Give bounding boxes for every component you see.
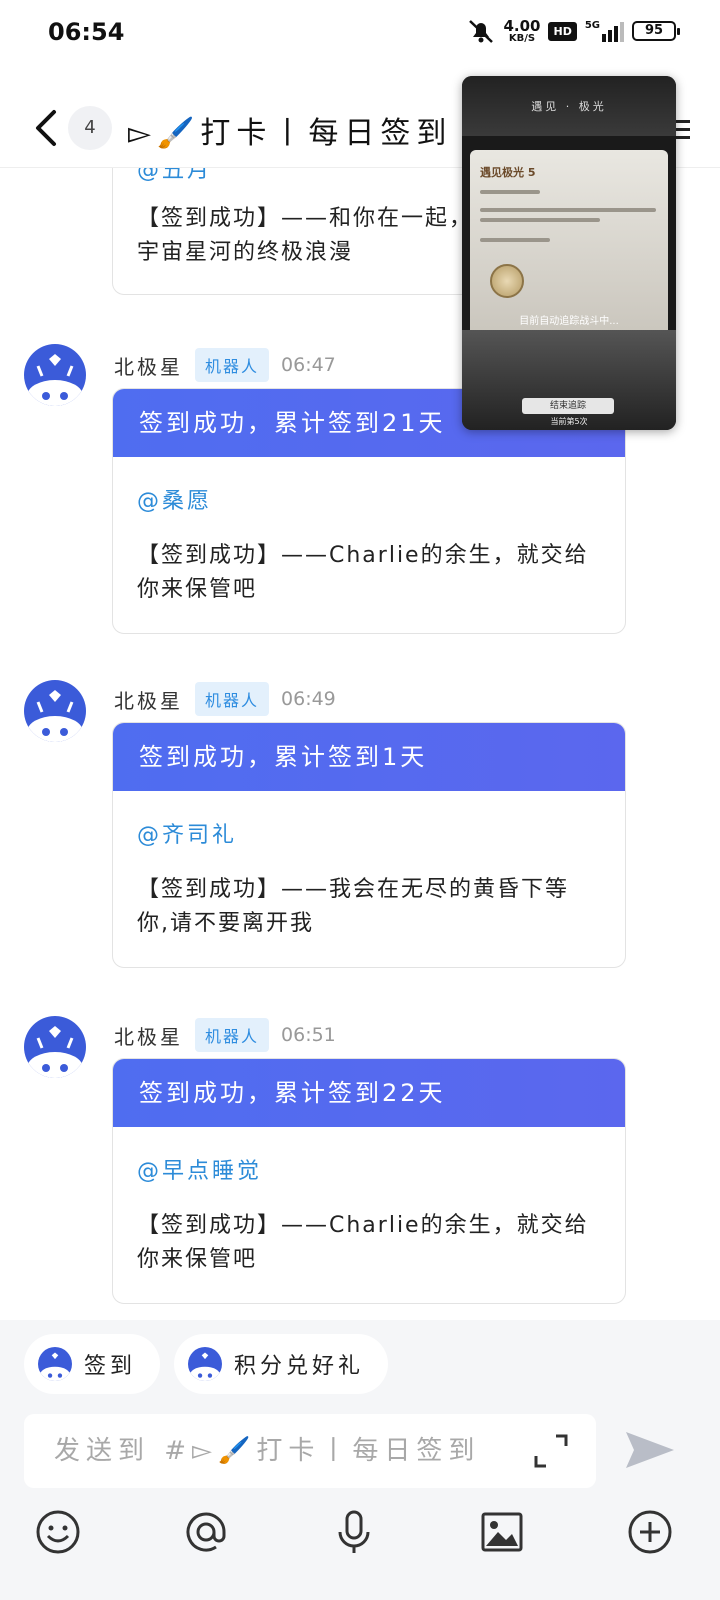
card-text: 【签到成功】——我会在无尽的黄昏下等你,请不要离开我 bbox=[137, 877, 570, 936]
video-count: 当前第5次 bbox=[550, 417, 588, 426]
chip-label: 积分兑好礼 bbox=[234, 1354, 365, 1379]
robot-icon bbox=[27, 354, 83, 406]
bot-tag: 机器人 bbox=[195, 682, 270, 716]
message-time: 06:49 bbox=[281, 688, 336, 710]
card-mention[interactable]: @齐司礼 bbox=[137, 817, 625, 849]
emoji-icon[interactable] bbox=[34, 1508, 82, 1556]
speed-value: 4.00 bbox=[503, 16, 541, 35]
checkin-card[interactable]: 签到成功，累计签到1天 @齐司礼 【签到成功】——我会在无尽的黄昏下等你,请不要… bbox=[112, 722, 626, 968]
message-meta: 北极星 机器人 06:51 bbox=[114, 1018, 336, 1052]
status-time: 06:54 bbox=[48, 18, 125, 46]
chip-label: 签到 bbox=[84, 1354, 137, 1379]
video-title: 遇见 · 极光 bbox=[531, 100, 607, 113]
sender-name[interactable]: 北极星 bbox=[114, 351, 183, 380]
chevron-left-icon bbox=[36, 110, 56, 146]
card-title: 签到成功，累计签到1天 bbox=[113, 723, 625, 791]
message-time: 06:51 bbox=[281, 1024, 336, 1046]
message-input[interactable] bbox=[24, 1414, 596, 1488]
signal-icon: 5G bbox=[585, 20, 624, 42]
sender-name[interactable]: 北极星 bbox=[114, 1021, 183, 1050]
battery-icon: 95 bbox=[632, 21, 680, 41]
quick-action-bar: 签到 积分兑好礼 bbox=[0, 1320, 720, 1412]
bot-avatar[interactable] bbox=[24, 1016, 86, 1078]
video-header: 遇见 · 极光 bbox=[462, 76, 676, 136]
status-icons: 4.00 KB/S HD 5G 95 bbox=[467, 16, 680, 44]
video-lower bbox=[462, 330, 676, 430]
card-mention[interactable]: @早点睡觉 bbox=[137, 1153, 625, 1185]
network-type: 5G bbox=[584, 20, 600, 31]
image-icon[interactable] bbox=[478, 1508, 526, 1556]
speed-unit: KB/S bbox=[508, 32, 536, 44]
end-tracking-button[interactable]: 结束追踪 bbox=[522, 398, 614, 414]
message-meta: 北极星 机器人 06:49 bbox=[114, 682, 336, 716]
unread-count-badge[interactable]: 4 bbox=[68, 106, 112, 150]
mute-bell-icon bbox=[469, 20, 494, 43]
hd-badge: HD bbox=[548, 21, 577, 41]
checkin-chip[interactable]: 签到 bbox=[24, 1334, 161, 1394]
card-mention[interactable]: @桑愿 bbox=[137, 483, 625, 515]
robot-icon bbox=[188, 1347, 222, 1381]
channel-title[interactable]: ▻🖌️打卡丨每日签到 bbox=[128, 108, 452, 152]
input-toolbar bbox=[0, 1500, 720, 1600]
robot-icon bbox=[27, 1026, 83, 1078]
bot-avatar[interactable] bbox=[24, 680, 86, 742]
at-icon[interactable] bbox=[182, 1508, 230, 1556]
floating-video-window[interactable]: 遇见 · 极光 遇见极光 5 目前自动追踪战斗中... 结束追踪 当前第5次 bbox=[462, 76, 676, 430]
points-redeem-chip[interactable]: 积分兑好礼 bbox=[174, 1334, 389, 1394]
card-title: 签到成功，累计签到22天 bbox=[113, 1059, 625, 1127]
microphone-icon[interactable] bbox=[330, 1508, 378, 1556]
sender-name[interactable]: 北极星 bbox=[114, 685, 183, 714]
message-meta: 北极星 机器人 06:47 bbox=[114, 348, 336, 382]
coin-icon bbox=[490, 264, 524, 298]
card-text: 【签到成功】——Charlie的余生，就交给你来保管吧 bbox=[137, 543, 589, 602]
robot-icon bbox=[38, 1347, 72, 1381]
send-icon[interactable] bbox=[624, 1428, 676, 1472]
expand-icon[interactable] bbox=[532, 1432, 570, 1470]
bot-tag: 机器人 bbox=[195, 1018, 270, 1052]
bot-tag: 机器人 bbox=[195, 348, 270, 382]
network-speed: 4.00 KB/S bbox=[503, 16, 541, 44]
input-area bbox=[0, 1412, 720, 1500]
card-text: 【签到成功】——Charlie的余生，就交给你来保管吧 bbox=[137, 1213, 589, 1272]
status-bar: 06:54 4.00 KB/S HD 5G 95 bbox=[0, 0, 720, 64]
message-time: 06:47 bbox=[281, 354, 336, 376]
checkin-card[interactable]: 签到成功，累计签到22天 @早点睡觉 【签到成功】——Charlie的余生，就交… bbox=[112, 1058, 626, 1304]
video-panel-title: 遇见极光 5 bbox=[480, 166, 536, 179]
robot-icon bbox=[27, 690, 83, 742]
back-button[interactable] bbox=[30, 104, 62, 152]
plus-icon[interactable] bbox=[626, 1508, 674, 1556]
bot-avatar[interactable] bbox=[24, 344, 86, 406]
video-status: 目前自动追踪战斗中... bbox=[519, 316, 619, 327]
